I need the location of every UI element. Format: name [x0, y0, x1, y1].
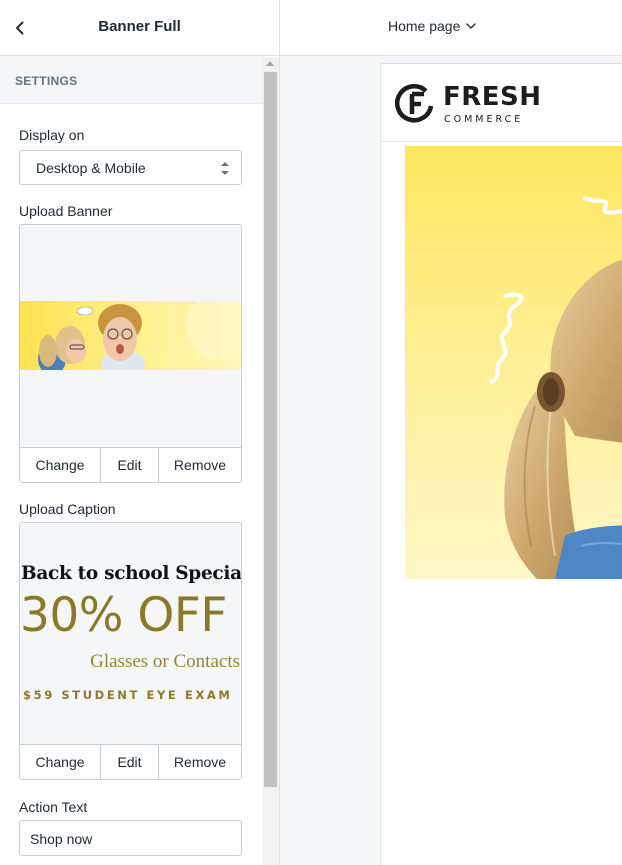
banner-thumbnail-image	[20, 301, 241, 370]
scrollbar-thumb[interactable]	[264, 72, 277, 787]
upload-caption-box: Back to school Special 30% OFF Glasses o…	[19, 522, 242, 780]
caption-change-button[interactable]: Change	[20, 745, 101, 779]
fresh-logo-icon	[395, 84, 434, 123]
action-text-label: Action Text	[19, 799, 88, 815]
logo-name: FRESH	[443, 82, 542, 112]
banner-change-button[interactable]: Change	[20, 448, 101, 482]
caption-discount: 30% OFF	[20, 588, 227, 643]
caption-remove-button[interactable]: Remove	[159, 745, 241, 779]
settings-panel: Banner Full SETTINGS Display on Desktop …	[0, 0, 280, 865]
caption-thumbnail: Back to school Special 30% OFF Glasses o…	[20, 523, 241, 745]
store-header: FRESH COMMERCE	[381, 64, 622, 142]
scrollbar[interactable]	[262, 57, 279, 865]
panel-header: Banner Full	[0, 0, 279, 56]
banner-thumbnail	[20, 301, 241, 370]
chevron-down-icon	[466, 22, 477, 29]
section-header: SETTINGS	[0, 56, 262, 104]
store-logo[interactable]: FRESH COMMERCE	[395, 82, 545, 127]
upload-banner-actions: Change Edit Remove	[20, 447, 241, 482]
display-on-value: Desktop & Mobile	[36, 160, 146, 176]
page-selector[interactable]: Home page	[388, 18, 477, 34]
page-selector-label: Home page	[388, 18, 461, 34]
caption-headline: Back to school Special	[21, 563, 242, 584]
scroll-up-arrow-icon[interactable]	[266, 61, 274, 66]
action-text-input[interactable]: Shop now	[19, 820, 242, 856]
banner-remove-button[interactable]: Remove	[159, 448, 241, 482]
storefront-preview: FRESH COMMERCE	[380, 63, 622, 865]
upload-banner-box: Change Edit Remove	[19, 224, 242, 483]
hero-banner-art	[405, 146, 622, 579]
display-on-label: Display on	[19, 127, 85, 143]
logo-tagline: COMMERCE	[444, 114, 524, 125]
select-arrows-icon	[221, 162, 229, 175]
caption-edit-button[interactable]: Edit	[101, 745, 159, 779]
caption-subline: Glasses or Contacts	[90, 651, 240, 672]
caption-offer: $59 STUDENT EYE EXAM	[23, 688, 233, 702]
hero-banner-image	[405, 146, 622, 579]
upload-caption-label: Upload Caption	[19, 501, 116, 517]
panel-title: Banner Full	[98, 18, 181, 35]
upload-banner-label: Upload Banner	[19, 203, 113, 219]
preview-area: Home page FRESH COMMERCE	[280, 0, 622, 865]
upload-caption-actions: Change Edit Remove	[20, 744, 241, 779]
display-on-select[interactable]: Desktop & Mobile	[19, 150, 242, 185]
banner-edit-button[interactable]: Edit	[101, 448, 159, 482]
preview-topbar: Home page	[280, 0, 622, 56]
